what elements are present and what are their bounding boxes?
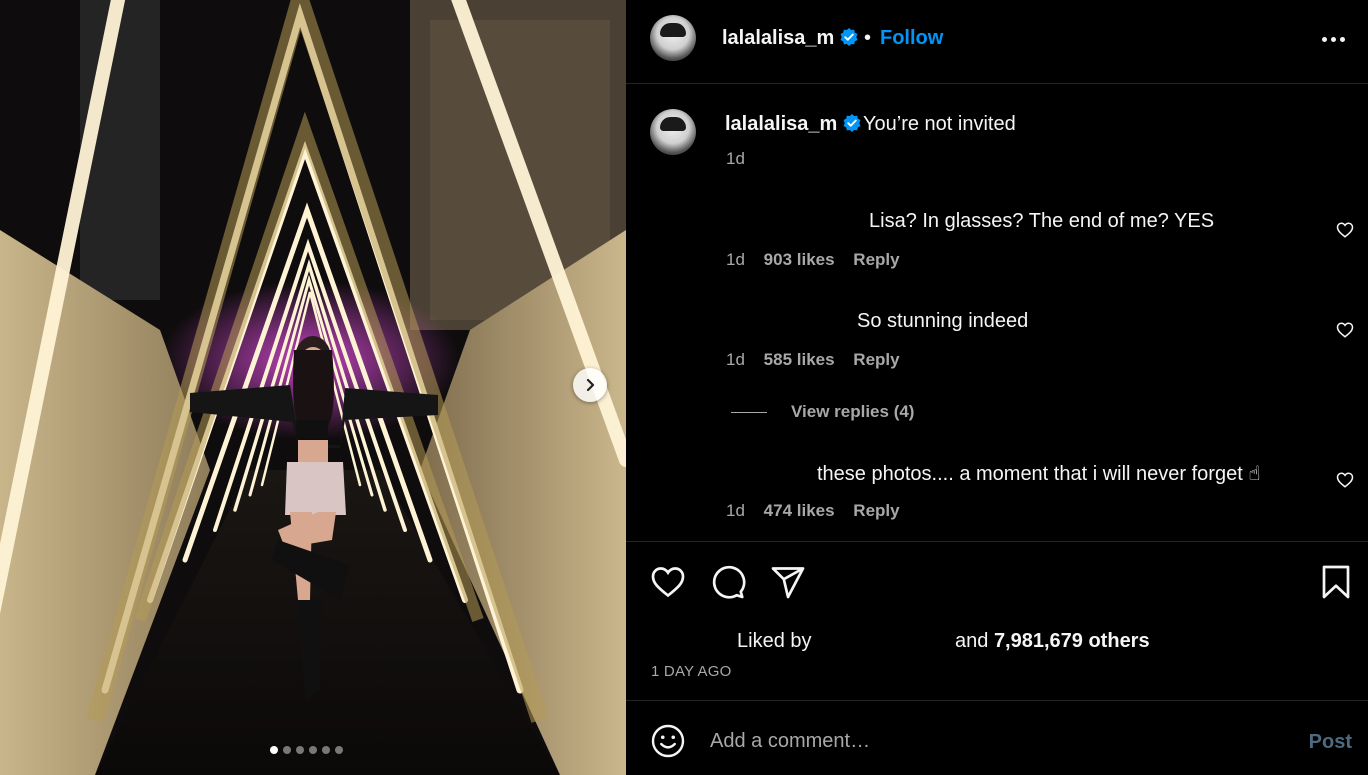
verified-badge-icon <box>840 28 858 46</box>
add-comment-bar: Post <box>626 700 1368 775</box>
comment-text: these photos.... a moment that i will ne… <box>817 463 1261 485</box>
carousel-dot <box>270 746 278 754</box>
emoji-icon[interactable] <box>650 723 686 759</box>
carousel-dot <box>309 746 317 754</box>
header-separator: • <box>864 27 872 49</box>
reply-button[interactable]: Reply <box>853 350 899 369</box>
post-actions <box>626 541 1368 619</box>
view-replies-label: View replies (4) <box>791 402 915 421</box>
carousel-dot <box>283 746 291 754</box>
comment-text: Lisa? In glasses? The end of me? YES <box>869 210 1215 232</box>
likes-count[interactable]: and 7,981,679 others <box>955 630 1150 653</box>
follow-button[interactable]: Follow <box>880 27 943 50</box>
post-photo[interactable] <box>0 0 626 775</box>
comment-likes[interactable]: 585 likes <box>764 350 835 369</box>
reply-button[interactable]: Reply <box>853 501 899 520</box>
comment-meta: 1d 474 likes Reply <box>726 501 914 521</box>
comment-time[interactable]: 1d <box>726 350 745 369</box>
post-comment-button[interactable]: Post <box>1309 731 1352 754</box>
comment-likes[interactable]: 474 likes <box>764 501 835 520</box>
photo-scene <box>0 0 626 775</box>
comment-likes[interactable]: 903 likes <box>764 250 835 269</box>
heart-icon[interactable] <box>1336 221 1354 239</box>
comment-time[interactable]: 1d <box>726 501 745 520</box>
heart-icon[interactable] <box>650 564 686 600</box>
comment-meta: 1d 903 likes Reply <box>726 250 914 270</box>
carousel-dot <box>335 746 343 754</box>
reply-button[interactable]: Reply <box>853 250 899 269</box>
caption-timestamp[interactable]: 1d <box>726 149 745 169</box>
carousel-dot <box>322 746 330 754</box>
share-icon[interactable] <box>770 564 806 600</box>
comment-input[interactable] <box>710 725 1270 757</box>
carousel-dots <box>270 746 343 754</box>
carousel-dot <box>296 746 304 754</box>
avatar[interactable] <box>650 15 696 61</box>
post-header: lalalalisa_m • Follow <box>626 0 1368 84</box>
bookmark-icon[interactable] <box>1318 564 1354 600</box>
comment-text: So stunning indeed <box>857 310 1029 332</box>
view-replies-button[interactable]: View replies (4) <box>731 402 914 422</box>
comment-icon[interactable] <box>710 564 746 600</box>
comment-time[interactable]: 1d <box>726 250 745 269</box>
chevron-right-icon <box>586 378 595 392</box>
verified-badge-icon <box>843 114 861 132</box>
heart-icon[interactable] <box>1336 321 1354 339</box>
view-replies-line <box>731 411 767 413</box>
more-options-icon[interactable] <box>1320 28 1346 50</box>
comment-meta: 1d 585 likes Reply <box>726 350 914 370</box>
avatar[interactable] <box>650 109 696 155</box>
post-timestamp[interactable]: 1 DAY AGO <box>651 663 731 680</box>
post-caption: lalalalisa_m You’re not invited 1d <box>626 86 1368 186</box>
heart-icon[interactable] <box>1336 471 1354 489</box>
post-side-panel: lalalalisa_m • Follow lalalalisa_m You’r… <box>626 0 1368 775</box>
caption-text: You’re not invited <box>863 113 1016 135</box>
caption-username[interactable]: lalalalisa_m <box>725 113 862 136</box>
author-username[interactable]: lalalalisa_m <box>722 27 859 50</box>
carousel-next-button[interactable] <box>573 368 607 402</box>
liked-by-label: Liked by <box>737 630 812 652</box>
